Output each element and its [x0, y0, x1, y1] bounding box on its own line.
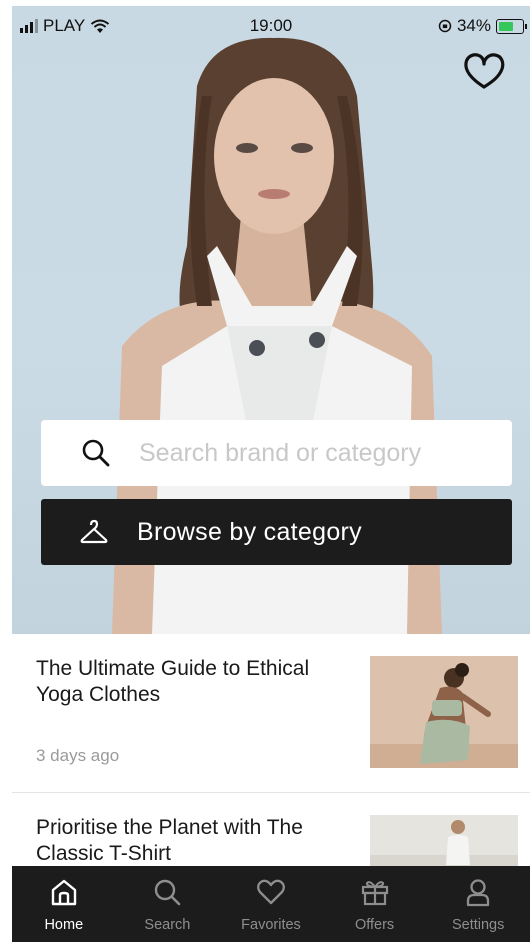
- tab-favorites[interactable]: Favorites: [219, 866, 323, 942]
- article-title: Prioritise the Planet with The Classic T…: [36, 816, 303, 865]
- browse-category-label: Browse by category: [137, 517, 362, 546]
- article-time: 3 days ago: [36, 746, 120, 765]
- article-thumbnail: [370, 656, 518, 768]
- home-icon: [51, 879, 76, 906]
- search-input[interactable]: [137, 437, 501, 469]
- battery-icon: [496, 18, 527, 34]
- tab-label: Search: [144, 917, 191, 933]
- tab-label: Home: [44, 917, 84, 933]
- bottom-tab-bar: Home Search Favorites Offers Settings: [12, 866, 530, 942]
- tab-home[interactable]: Home: [12, 866, 116, 942]
- status-bar: PLAY 19:00 34%: [12, 14, 530, 38]
- user-icon: [467, 879, 490, 907]
- article-card[interactable]: The Ultimate Guide to Ethical Yoga Cloth…: [12, 634, 530, 784]
- heart-icon: [257, 879, 285, 905]
- hanger-icon: [80, 519, 108, 544]
- tab-label: Favorites: [241, 917, 301, 933]
- battery-percent: 34%: [456, 16, 491, 35]
- tab-label: Settings: [451, 917, 505, 933]
- search-bar[interactable]: [41, 420, 512, 486]
- browse-category-button[interactable]: Browse by category: [41, 499, 512, 565]
- tab-search[interactable]: Search: [116, 866, 220, 942]
- tab-settings[interactable]: Settings: [426, 866, 530, 942]
- gift-icon: [361, 881, 388, 906]
- tab-label: Offers: [354, 917, 395, 933]
- search-icon: [155, 879, 181, 906]
- article-title: The Ultimate Guide to Ethical Yoga Cloth…: [36, 657, 310, 706]
- search-icon: [82, 439, 110, 467]
- orientation-lock-icon: [438, 19, 452, 33]
- tab-offers[interactable]: Offers: [323, 866, 427, 942]
- heart-logo-icon[interactable]: [462, 50, 506, 90]
